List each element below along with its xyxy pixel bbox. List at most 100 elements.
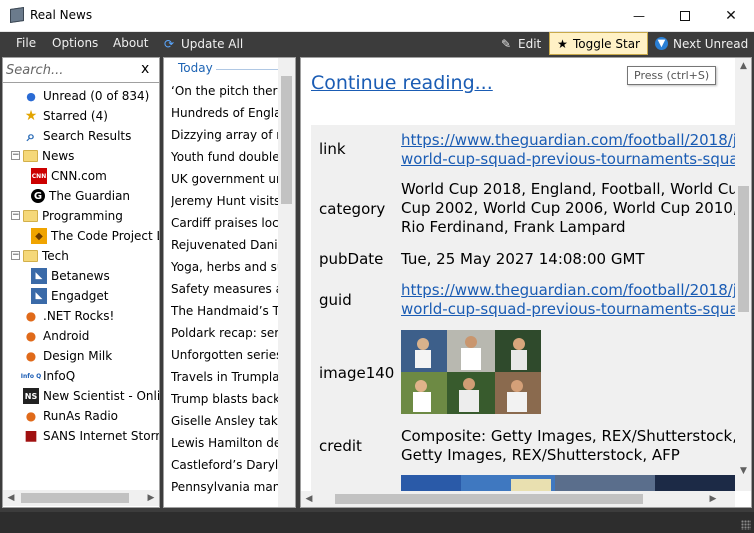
article-list-item[interactable]: Giselle Ansley take <box>171 410 279 432</box>
article-list-item[interactable]: ‘On the pitch there <box>171 80 279 102</box>
scroll-left-icon[interactable]: ◀ <box>3 490 19 506</box>
article-list-item[interactable]: UK government urg <box>171 168 279 190</box>
next-unread-icon: ▼ <box>655 37 668 50</box>
link-label: link <box>319 140 346 158</box>
tree-item[interactable]: ◆ The Code Project L <box>31 226 160 246</box>
article-list-item[interactable]: Youth fund doubled <box>171 146 279 168</box>
tree-item-label: Programming <box>42 209 123 223</box>
tree-item[interactable]: ● .NET Rocks! <box>23 306 115 326</box>
toggle-star-tooltip: Press (ctrl+S) <box>627 66 717 85</box>
tree-item[interactable]: G The Guardian <box>31 186 130 206</box>
link-url-line2[interactable]: world-cup-squad-previous-tournaments-squ… <box>401 150 735 168</box>
guid-label: guid <box>319 291 352 309</box>
link-url-line1[interactable]: https://www.theguardian.com/football/201… <box>401 131 735 149</box>
scrollbar-thumb[interactable] <box>21 493 129 503</box>
article-list-item[interactable]: Unforgotten series <box>171 344 279 366</box>
feeds-horizontal-scrollbar[interactable]: ◀ ▶ <box>3 490 159 506</box>
tree-item-label: Android <box>43 329 90 343</box>
tree-item[interactable]: NS New Scientist - Onlin <box>23 386 160 406</box>
article-list-item[interactable]: Yoga, herbs and su <box>171 256 279 278</box>
guid-url-line2[interactable]: world-cup-squad-previous-tournaments-squ… <box>401 300 735 318</box>
scroll-left-icon[interactable]: ◀ <box>301 491 317 507</box>
tree-item[interactable]: − Programming <box>11 206 123 226</box>
scrollbar-thumb[interactable] <box>281 76 292 204</box>
continue-reading-link[interactable]: Continue reading... <box>311 72 493 94</box>
tree-item[interactable]: ● Unread (0 of 834) <box>23 86 149 106</box>
group-header-today: Today <box>178 61 213 75</box>
tree-item[interactable]: ◣ Betanews <box>31 266 110 286</box>
menu-options[interactable]: Options <box>52 36 98 50</box>
scroll-down-icon[interactable]: ▼ <box>735 463 751 479</box>
tree-item-label: Tech <box>42 249 69 263</box>
article-list-item[interactable]: Cardiff praises loca <box>171 212 279 234</box>
next-unread-button[interactable]: ▼ Next Unread <box>648 32 754 55</box>
tree-item-label: RunAs Radio <box>43 409 119 423</box>
minimize-button[interactable]: — <box>616 0 662 31</box>
collapse-toggle-icon[interactable]: − <box>11 251 20 260</box>
scroll-right-icon[interactable]: ▶ <box>143 490 159 506</box>
codeproject-icon: ◆ <box>31 228 47 244</box>
menu-bar: File Options About ⟳ Update All ✎ Edit ★… <box>0 32 754 55</box>
tree-item[interactable]: − Tech <box>11 246 69 266</box>
collapse-toggle-icon[interactable]: − <box>11 151 20 160</box>
article-list-item[interactable]: Jeremy Hunt visits <box>171 190 279 212</box>
article-list-item[interactable]: The Handmaid’s Ta <box>171 300 279 322</box>
image140-label: image140 <box>319 364 395 382</box>
guid-url-line1[interactable]: https://www.theguardian.com/football/201… <box>401 281 735 299</box>
folder-icon <box>23 250 38 262</box>
category-label: category <box>319 200 386 218</box>
tree-item[interactable]: − News <box>11 146 75 166</box>
article-list-item[interactable]: Rejuvenated Danie <box>171 234 279 256</box>
article-list-item[interactable]: Safety measures a <box>171 278 279 300</box>
article-thumbnail-image <box>401 330 541 414</box>
article-list-item[interactable]: Travels in Trumpla <box>171 366 279 388</box>
tree-item[interactable]: ● RunAs Radio <box>23 406 118 426</box>
maximize-icon <box>680 10 690 21</box>
tree-item[interactable]: ⌕ Search Results <box>23 126 132 146</box>
main-area: x ● Unread (0 of 834) ★ Starred (4) ⌕ Search … <box>0 55 754 512</box>
tree-item[interactable]: ● Design Milk <box>23 346 112 366</box>
menu-about[interactable]: About <box>113 36 148 50</box>
tree-item-label: Design Milk <box>43 349 113 363</box>
infoq-icon: Info Q <box>21 368 41 384</box>
feed-icon: ● <box>25 409 37 423</box>
article-list-item[interactable]: Poldark recap: ser <box>171 322 279 344</box>
scrollbar-thumb[interactable] <box>335 494 643 504</box>
tree-item[interactable]: ◣ Engadget <box>31 286 108 306</box>
article-list-item[interactable]: Pennsylvania man <box>171 476 279 498</box>
scroll-up-icon[interactable]: ▲ <box>735 58 751 74</box>
articles-vertical-scrollbar[interactable] <box>278 58 295 507</box>
edit-button[interactable]: ✎ Edit <box>492 32 548 55</box>
tree-item-label: The Code Project L <box>51 229 160 243</box>
article-list-item[interactable]: Trump blasts back <box>171 388 279 410</box>
tree-item[interactable]: ■ SANS Internet Storm <box>23 426 159 446</box>
scroll-right-icon[interactable]: ▶ <box>705 491 721 507</box>
articles-pane: Today ‘On the pitch there Hundreds of Eng… <box>163 57 296 508</box>
article-list-item[interactable]: Dizzying array of r <box>171 124 279 146</box>
scrollbar-thumb[interactable] <box>738 186 749 312</box>
tree-item[interactable]: ★ Starred (4) <box>23 106 108 126</box>
category-line2: Cup 2002, World Cup 2006, World Cup 2010… <box>401 199 735 217</box>
update-all-button[interactable]: ⟳ Update All <box>155 32 250 55</box>
search-clear-button[interactable]: x <box>141 61 149 77</box>
article-list-item[interactable]: Hundreds of Engla <box>171 102 279 124</box>
collapse-toggle-icon[interactable]: − <box>11 211 20 220</box>
tree-item-label: New Scientist - Onlin <box>43 389 160 403</box>
category-value: World Cup 2018, England, Football, World… <box>401 180 735 237</box>
tree-item[interactable]: CNN CNN.com <box>31 166 107 186</box>
article-list-item[interactable]: Lewis Hamilton de <box>171 432 279 454</box>
close-button[interactable]: ✕ <box>708 0 754 31</box>
tree-item[interactable]: ● Android <box>23 326 90 346</box>
menu-file[interactable]: File <box>16 36 36 50</box>
search-box: x <box>3 58 159 83</box>
maximize-button[interactable] <box>662 0 708 31</box>
article-list-item[interactable]: Castleford’s Daryl <box>171 454 279 476</box>
tree-item[interactable]: Info Q InfoQ <box>21 366 75 386</box>
toggle-star-button[interactable]: ★ Toggle Star <box>549 32 648 55</box>
star-icon: ★ <box>557 36 568 51</box>
search-input[interactable] <box>6 60 134 80</box>
detail-horizontal-scrollbar[interactable]: ◀ ▶ <box>301 491 735 507</box>
detail-vertical-scrollbar[interactable]: ▲ ▼ <box>735 58 751 491</box>
resize-grip-icon[interactable] <box>741 520 751 530</box>
tree-item-label: News <box>42 149 75 163</box>
